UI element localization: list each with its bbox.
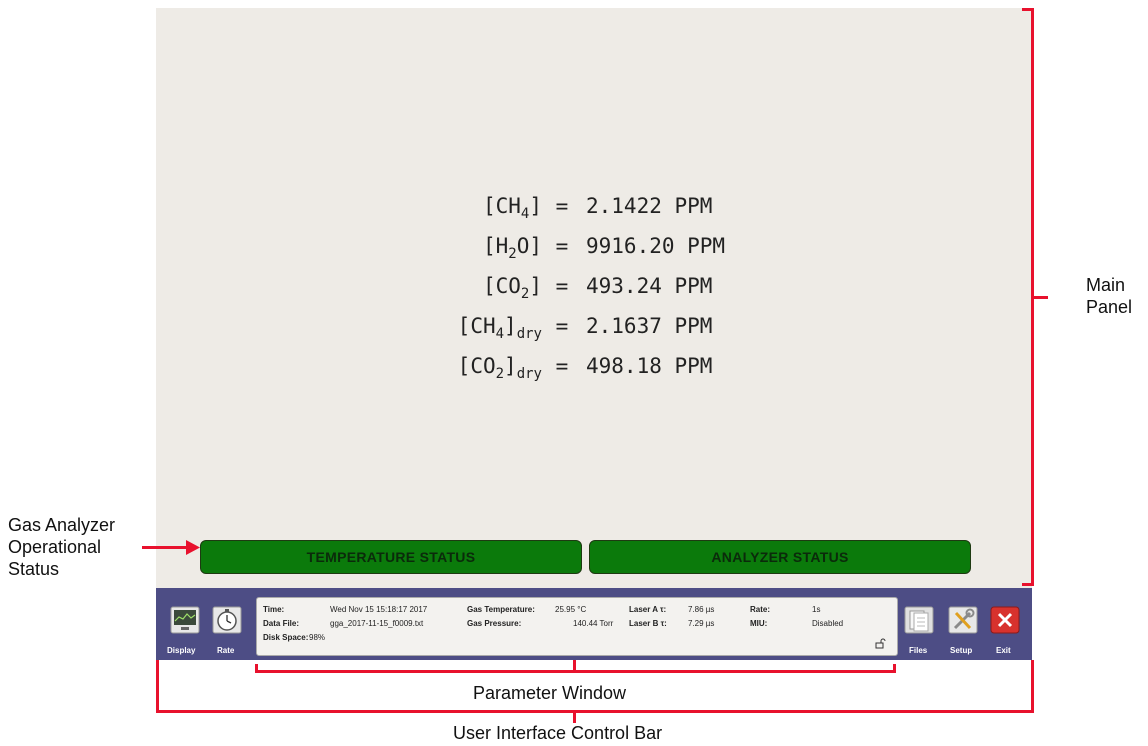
display-button[interactable] — [170, 606, 200, 634]
files-button[interactable] — [904, 606, 934, 634]
setup-button[interactable] — [948, 606, 978, 634]
laser-b-label: Laser B τ: — [629, 619, 667, 628]
reading-value: 9916.20 PPM — [586, 234, 726, 258]
reading-value: 2.1422 PPM — [586, 194, 713, 218]
gas-pressure-value: 140.44 Torr — [573, 619, 614, 628]
subscript: 2 — [495, 366, 505, 382]
control-bar: Display Rate Time: Wed Nov 15 15:18:17 2… — [156, 588, 1032, 660]
parameter-window: Time: Wed Nov 15 15:18:17 2017 Data File… — [256, 597, 898, 656]
main-panel-annotation-line1: Main — [1086, 275, 1126, 295]
species-tail: O — [516, 234, 530, 258]
display-icon — [170, 606, 200, 634]
bar-bracket-left — [156, 660, 159, 713]
main-panel-annotation: Main Panel — [1086, 274, 1132, 318]
subscript: 4 — [520, 206, 530, 222]
rate-param-value: 1s — [812, 605, 821, 614]
bar-bracket-right — [1031, 660, 1034, 713]
time-value: Wed Nov 15 15:18:17 2017 — [330, 605, 428, 614]
species: CO — [470, 354, 496, 378]
species: CH — [470, 314, 496, 338]
equals-sign: = — [555, 314, 569, 338]
gas-temperature-label: Gas Temperature: — [467, 605, 535, 614]
data-file-label: Data File: — [263, 619, 300, 628]
data-file-value: gga_2017-11-15_f0009.txt — [330, 619, 424, 628]
reading-label: [H2O] — [482, 234, 542, 262]
rate-button[interactable] — [212, 606, 242, 634]
reading-value: 2.1637 PPM — [586, 314, 713, 338]
reading-ch4: [CH4] = 2.1422 PPM — [156, 186, 1032, 226]
dry-subscript: dry — [516, 366, 542, 382]
reading-co2-dry: [CO2]dry = 498.18 PPM — [156, 346, 1032, 386]
disk-space-value: 98% — [309, 633, 326, 642]
gas-status-annotation: Gas Analyzer Operational Status — [8, 514, 115, 580]
exit-button[interactable] — [990, 606, 1020, 634]
reading-value: 498.18 PPM — [586, 354, 713, 378]
laser-a-value: 7.86 µs — [688, 605, 715, 614]
reading-label: [CO2]dry — [457, 354, 542, 382]
param-bracket-line — [255, 670, 896, 673]
time-label: Time: — [263, 605, 285, 614]
stopwatch-icon — [212, 606, 242, 634]
tools-icon — [948, 606, 978, 634]
param-bracket-pointer — [573, 660, 576, 670]
reading-co2: [CO2] = 493.24 PPM — [156, 266, 1032, 306]
rate-label: Rate — [217, 646, 235, 655]
miu-value: Disabled — [812, 619, 844, 628]
reading-label: [CH4]dry — [457, 314, 542, 342]
subscript: 2 — [520, 286, 530, 302]
laser-b-value: 7.29 µs — [688, 619, 715, 628]
reading-value: 493.24 PPM — [586, 274, 713, 298]
gas-status-annotation-line3: Status — [8, 559, 60, 579]
reading-ch4-dry: [CH4]dry = 2.1637 PPM — [156, 306, 1032, 346]
param-bracket-right — [893, 664, 896, 673]
lock-icon[interactable] — [875, 638, 886, 649]
close-icon — [990, 606, 1020, 634]
rate-param-label: Rate: — [750, 605, 771, 614]
gas-status-annotation-line2: Operational — [8, 537, 102, 557]
reading-label: [CO2] — [482, 274, 542, 302]
main-panel-bracket-bottom — [1022, 583, 1034, 586]
equals-sign: = — [555, 194, 569, 218]
gas-temperature-value: 25.95 °C — [555, 605, 587, 614]
files-label: Files — [909, 646, 928, 655]
miu-label: MIU: — [750, 619, 768, 628]
display-label: Display — [167, 646, 196, 655]
main-panel-annotation-line2: Panel — [1086, 297, 1133, 317]
reading-h2o: [H2O] = 9916.20 PPM — [156, 226, 1032, 266]
main-panel: [CH4] = 2.1422 PPM [H2O] = 9916.20 PPM [… — [156, 8, 1032, 588]
species: CH — [495, 194, 521, 218]
arrow-right-icon — [186, 540, 200, 555]
setup-label: Setup — [950, 646, 973, 655]
temperature-status-button[interactable]: TEMPERATURE STATUS — [200, 540, 582, 574]
gas-pressure-label: Gas Pressure: — [467, 619, 522, 628]
subscript: 4 — [495, 326, 505, 342]
equals-sign: = — [555, 234, 569, 258]
files-icon — [904, 606, 934, 634]
bar-bracket-line — [156, 710, 1034, 713]
equals-sign: = — [555, 274, 569, 298]
species: CO — [495, 274, 521, 298]
control-bar-annotation: User Interface Control Bar — [453, 723, 663, 743]
gas-status-arrow-line — [142, 546, 190, 549]
species: H — [495, 234, 509, 258]
equals-sign: = — [555, 354, 569, 378]
exit-label: Exit — [996, 646, 1011, 655]
analyzer-status-button[interactable]: ANALYZER STATUS — [589, 540, 971, 574]
gas-status-annotation-line1: Gas Analyzer — [8, 515, 116, 535]
laser-a-label: Laser A τ: — [629, 605, 667, 614]
parameter-window-annotation: Parameter Window — [473, 683, 627, 703]
subscript: 2 — [508, 246, 517, 262]
reading-label: [CH4] — [482, 194, 542, 222]
dry-subscript: dry — [516, 326, 542, 342]
main-panel-pointer — [1034, 296, 1048, 299]
disk-space-label: Disk Space: — [263, 633, 309, 642]
